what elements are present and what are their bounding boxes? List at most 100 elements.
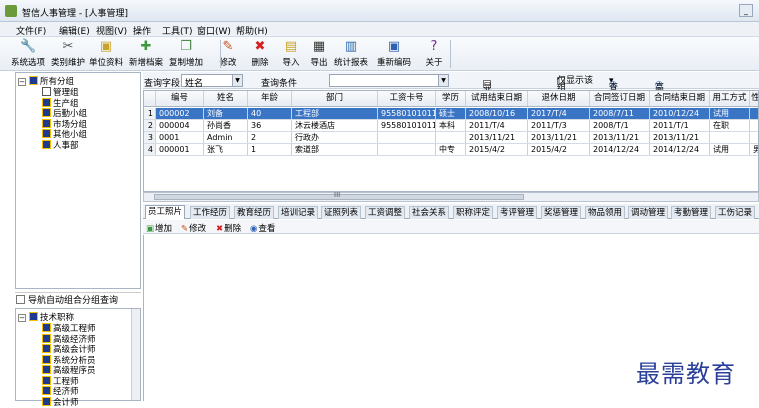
- table-cell[interactable]: 2008/10/16: [466, 108, 528, 119]
- table-cell[interactable]: [378, 132, 436, 143]
- toolbar-button[interactable]: 🔧 系统选项: [11, 39, 45, 69]
- toolbar-button[interactable]: ▥ 统计报表: [334, 39, 368, 69]
- table-cell[interactable]: 2013/11/21: [650, 132, 710, 143]
- table-cell[interactable]: [750, 108, 758, 119]
- toolbar-button[interactable]: ? 关于: [423, 39, 445, 69]
- tree-node[interactable]: 经济师: [42, 385, 79, 397]
- query-field-select[interactable]: 姓名 ▼: [181, 74, 243, 89]
- tree-root[interactable]: − 所有分组: [18, 75, 74, 87]
- column-header[interactable]: 编号: [156, 91, 204, 106]
- table-cell[interactable]: 2010/12/24: [650, 108, 710, 119]
- toolbar-button[interactable]: ▣ 重新编码: [377, 39, 411, 69]
- table-cell[interactable]: [378, 144, 436, 155]
- grid-hscrollbar[interactable]: III: [143, 191, 759, 202]
- tree-node[interactable]: 高级会计师: [42, 343, 96, 355]
- tree-node[interactable]: 高级经济师: [42, 333, 96, 345]
- tab-1[interactable]: 员工照片: [145, 205, 186, 219]
- table-cell[interactable]: 2014/12/24: [590, 144, 650, 155]
- detail-view-button[interactable]: ◉查看: [250, 222, 275, 234]
- table-cell[interactable]: 硕士: [436, 108, 466, 119]
- column-header[interactable]: 工资卡号: [378, 91, 436, 106]
- tree-node[interactable]: 工程师: [42, 375, 79, 387]
- column-header[interactable]: 合同签订日期: [590, 91, 650, 106]
- table-row[interactable]: 1 000002 刘备 40 工程部 955801010111 硕士 2008/10/16 20…: [144, 108, 758, 120]
- detail-edit-button[interactable]: ✎修改: [181, 222, 206, 234]
- menu-item[interactable]: 文件(F): [16, 24, 46, 37]
- table-cell[interactable]: 行政办: [292, 132, 378, 143]
- tab-11[interactable]: 物品领用: [585, 206, 626, 219]
- tab-12[interactable]: 调动管理: [628, 206, 669, 219]
- table-row[interactable]: 4 000001 张飞 1 索道部 中专 2015/4/2 2015/4/2 2014/12/2…: [144, 144, 758, 156]
- table-cell[interactable]: 工程部: [292, 108, 378, 119]
- tab-4[interactable]: 培训记录: [278, 206, 319, 219]
- tab-3[interactable]: 教育经历: [234, 206, 275, 219]
- table-cell[interactable]: 2013/11/21: [466, 132, 528, 143]
- toolbar-button[interactable]: ❐ 复制增加: [169, 39, 203, 69]
- column-header[interactable]: 性: [750, 91, 758, 106]
- table-cell[interactable]: 2013/11/21: [590, 132, 650, 143]
- menu-item[interactable]: 视图(V): [96, 24, 127, 37]
- menu-item[interactable]: 编辑(E): [59, 24, 90, 37]
- table-cell[interactable]: 2013/11/21: [528, 132, 590, 143]
- table-cell[interactable]: 2011/T/4: [466, 120, 528, 131]
- table-cell[interactable]: 试用: [710, 144, 750, 155]
- tab-8[interactable]: 职称评定: [453, 206, 494, 219]
- minimize-button[interactable]: _: [739, 4, 753, 17]
- detail-add-button[interactable]: ▣增加: [146, 222, 172, 234]
- collapse-icon[interactable]: −: [18, 78, 26, 86]
- table-cell[interactable]: 40: [248, 108, 292, 119]
- column-header[interactable]: 合同结束日期: [650, 91, 710, 106]
- toolbar-button[interactable]: ✚ 新增档案: [129, 39, 163, 69]
- table-cell[interactable]: [750, 120, 758, 131]
- tab-13[interactable]: 考勤管理: [671, 206, 712, 219]
- table-cell[interactable]: 0001: [156, 132, 204, 143]
- table-cell[interactable]: 955801010111: [378, 108, 436, 119]
- tab-5[interactable]: 证照列表: [321, 206, 362, 219]
- table-cell[interactable]: 1: [248, 144, 292, 155]
- table-cell[interactable]: 孙尚香: [204, 120, 248, 131]
- table-cell[interactable]: 本科: [436, 120, 466, 131]
- table-cell[interactable]: 在职: [710, 120, 750, 131]
- toolbar-button[interactable]: ▦ 导出: [308, 39, 330, 69]
- table-cell[interactable]: 沐云楼酒店: [292, 120, 378, 131]
- tree-node[interactable]: 系统分析员: [42, 354, 96, 366]
- toolbar-button[interactable]: ▤ 导入: [280, 39, 302, 69]
- table-cell[interactable]: [436, 132, 466, 143]
- nav-auto-query-checkbox[interactable]: [16, 295, 25, 304]
- menu-item[interactable]: 窗口(W): [197, 24, 231, 37]
- table-cell[interactable]: 索道部: [292, 144, 378, 155]
- table-cell[interactable]: 张飞: [204, 144, 248, 155]
- tab-9[interactable]: 考评管理: [497, 206, 538, 219]
- tree-node[interactable]: 高级程序员: [42, 364, 96, 376]
- detail-delete-button[interactable]: ✖删除: [216, 222, 241, 234]
- column-header[interactable]: 试用结束日期: [466, 91, 528, 106]
- table-cell[interactable]: [750, 132, 758, 143]
- column-header[interactable]: 姓名: [204, 91, 248, 106]
- menu-item[interactable]: 工具(T): [162, 24, 193, 37]
- query-button[interactable]: ◎查询 ▾: [609, 76, 618, 106]
- table-cell[interactable]: 中专: [436, 144, 466, 155]
- tab-10[interactable]: 奖惩管理: [541, 206, 582, 219]
- table-cell[interactable]: 000004: [156, 120, 204, 131]
- table-row[interactable]: 3 0001 Admin 2 行政办 2013/11/21 2013/11/21 2013/1…: [144, 132, 758, 144]
- tab-6[interactable]: 工资调整: [365, 206, 406, 219]
- tree-node[interactable]: 人事部: [42, 139, 79, 151]
- column-header[interactable]: 学历: [436, 91, 466, 106]
- tree-node[interactable]: 会计师: [42, 396, 79, 408]
- table-cell[interactable]: 2015/4/2: [466, 144, 528, 155]
- title-tree-scrollbar[interactable]: [131, 309, 140, 400]
- table-cell[interactable]: 2015/4/2: [528, 144, 590, 155]
- table-cell[interactable]: 955801010115: [378, 120, 436, 131]
- tree-node[interactable]: 生产组: [42, 97, 79, 109]
- table-cell[interactable]: 36: [248, 120, 292, 131]
- table-cell[interactable]: 2011/T/1: [650, 120, 710, 131]
- menu-item[interactable]: 操作: [133, 24, 151, 37]
- table-cell[interactable]: 2: [248, 132, 292, 143]
- toolbar-button[interactable]: ✖ 删除: [249, 39, 271, 69]
- tree-node[interactable]: 后勤小组: [42, 107, 87, 119]
- column-header[interactable]: 退休日期: [528, 91, 590, 106]
- query-condition-select[interactable]: ▼: [329, 74, 449, 87]
- nav-auto-query[interactable]: 导航自动组合分组查询: [15, 292, 141, 306]
- table-cell[interactable]: 2017/T/4: [528, 108, 590, 119]
- tree-node[interactable]: 管理组: [42, 86, 79, 98]
